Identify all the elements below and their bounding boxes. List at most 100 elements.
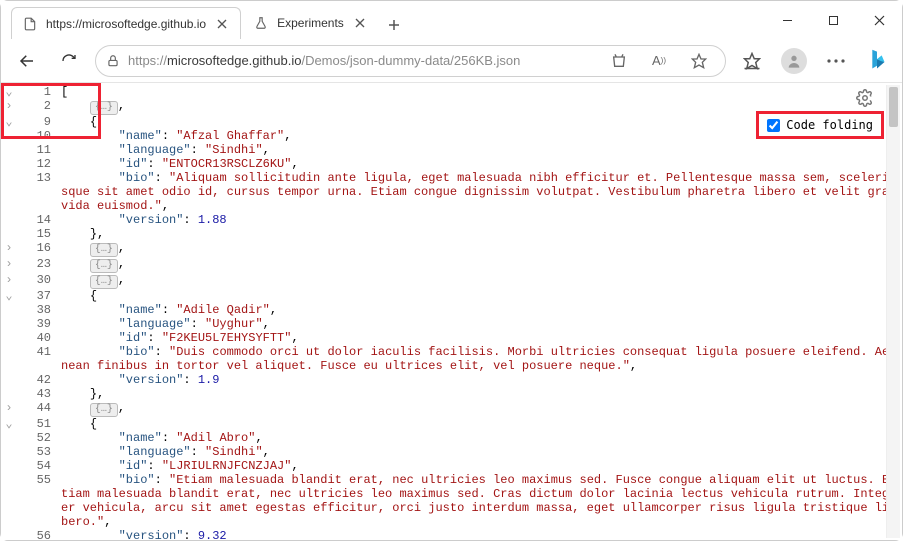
code-text: }, — [61, 387, 902, 401]
line-number: 43 — [17, 387, 61, 401]
json-viewer[interactable]: ⌄1[›2 {…},⌄9 {10 "name": "Afzal Ghaffar"… — [1, 83, 902, 540]
line-number: 40 — [17, 331, 61, 345]
fold-toggle[interactable]: ⌄ — [1, 115, 17, 129]
code-text: "version": 1.88 — [61, 213, 902, 227]
folded-placeholder[interactable]: {…} — [90, 403, 118, 417]
code-text: "version": 1.9 — [61, 373, 902, 387]
code-line[interactable]: ›16 {…}, — [1, 241, 902, 257]
tab-json[interactable]: https://microsoftedge.github.io — [11, 7, 241, 39]
toolbar: https://microsoftedge.github.io/Demos/js… — [1, 39, 902, 83]
code-text: {…}, — [61, 273, 902, 289]
fold-toggle — [1, 473, 17, 529]
close-icon[interactable] — [214, 16, 230, 32]
code-line[interactable]: 43 }, — [1, 387, 902, 401]
fold-toggle — [1, 303, 17, 317]
code-line[interactable]: ›23 {…}, — [1, 257, 902, 273]
fold-toggle[interactable]: ⌄ — [1, 85, 17, 99]
folded-placeholder[interactable]: {…} — [90, 275, 118, 289]
code-folding-checkbox[interactable] — [767, 119, 780, 132]
code-line[interactable]: 56 "version": 9.32 — [1, 529, 902, 540]
fold-toggle — [1, 129, 17, 143]
code-text: [ — [61, 85, 902, 99]
code-line[interactable]: 13 "bio": "Aliquam sollicitudin ante lig… — [1, 171, 902, 213]
shopping-icon[interactable] — [603, 45, 635, 77]
line-number: 52 — [17, 431, 61, 445]
titlebar: https://microsoftedge.github.io Experime… — [1, 1, 902, 39]
code-text: "version": 9.32 — [61, 529, 902, 540]
close-icon[interactable] — [352, 15, 368, 31]
code-line[interactable]: 55 "bio": "Etiam malesuada blandit erat,… — [1, 473, 902, 529]
fold-toggle — [1, 529, 17, 540]
minimize-button[interactable] — [764, 1, 810, 39]
scrollbar[interactable] — [886, 85, 900, 538]
code-line[interactable]: 54 "id": "LJRIULRNJFCNZJAJ", — [1, 459, 902, 473]
bing-button[interactable] — [862, 46, 892, 76]
fold-toggle — [1, 227, 17, 241]
fold-toggle[interactable]: ⌄ — [1, 289, 17, 303]
code-line[interactable]: ›44 {…}, — [1, 401, 902, 417]
more-icon[interactable] — [820, 45, 852, 77]
code-line[interactable]: ›30 {…}, — [1, 273, 902, 289]
favorites-bar-icon[interactable] — [736, 45, 768, 77]
back-button[interactable] — [11, 45, 43, 77]
scroll-thumb[interactable] — [889, 87, 898, 127]
code-line[interactable]: ⌄37 { — [1, 289, 902, 303]
window-controls — [764, 1, 902, 39]
code-line[interactable]: 14 "version": 1.88 — [1, 213, 902, 227]
code-line[interactable]: 42 "version": 1.9 — [1, 373, 902, 387]
code-line[interactable]: 52 "name": "Adil Abro", — [1, 431, 902, 445]
site-info-icon[interactable] — [106, 54, 120, 68]
code-line[interactable]: 12 "id": "ENTOCR13RSCLZ6KU", — [1, 157, 902, 171]
code-line[interactable]: 15 }, — [1, 227, 902, 241]
fold-toggle — [1, 317, 17, 331]
code-line[interactable]: ⌄1[ — [1, 85, 902, 99]
fold-toggle[interactable]: › — [1, 241, 17, 257]
favorites-icon[interactable] — [683, 45, 715, 77]
line-number: 37 — [17, 289, 61, 303]
code-line[interactable]: ⌄51 { — [1, 417, 902, 431]
reload-button[interactable] — [53, 45, 85, 77]
line-number: 9 — [17, 115, 61, 129]
fold-toggle — [1, 171, 17, 213]
fold-toggle[interactable]: › — [1, 273, 17, 289]
fold-toggle — [1, 157, 17, 171]
code-line[interactable]: 39 "language": "Uyghur", — [1, 317, 902, 331]
code-line[interactable]: 11 "language": "Sindhi", — [1, 143, 902, 157]
new-tab-button[interactable] — [380, 11, 408, 39]
fold-toggle — [1, 143, 17, 157]
code-line[interactable]: 53 "language": "Sindhi", — [1, 445, 902, 459]
profile-icon[interactable] — [778, 45, 810, 77]
folded-placeholder[interactable]: {…} — [90, 243, 118, 257]
code-line[interactable]: 40 "id": "F2KEU5L7EHYSYFTT", — [1, 331, 902, 345]
line-number: 38 — [17, 303, 61, 317]
close-window-button[interactable] — [856, 1, 902, 39]
line-number: 15 — [17, 227, 61, 241]
tab-strip: https://microsoftedge.github.io Experime… — [11, 1, 408, 39]
gear-icon[interactable] — [856, 89, 874, 107]
tab-label: Experiments — [277, 16, 344, 30]
maximize-button[interactable] — [810, 1, 856, 39]
code-line[interactable]: 38 "name": "Adile Qadir", — [1, 303, 902, 317]
code-line[interactable]: 41 "bio": "Duis commodo orci ut dolor ia… — [1, 345, 902, 373]
fold-toggle — [1, 445, 17, 459]
code-text: "language": "Sindhi", — [61, 445, 902, 459]
code-text: "language": "Sindhi", — [61, 143, 902, 157]
folded-placeholder[interactable]: {…} — [90, 101, 118, 115]
tab-experiments[interactable]: Experiments — [243, 7, 378, 39]
fold-toggle[interactable]: › — [1, 257, 17, 273]
line-number: 55 — [17, 473, 61, 529]
read-aloud-icon[interactable]: A)) — [643, 45, 675, 77]
fold-toggle[interactable]: › — [1, 401, 17, 417]
url-text: https://microsoftedge.github.io/Demos/js… — [128, 53, 520, 68]
address-bar[interactable]: https://microsoftedge.github.io/Demos/js… — [95, 45, 726, 77]
fold-toggle[interactable]: ⌄ — [1, 417, 17, 431]
code-text: {…}, — [61, 241, 902, 257]
line-number: 30 — [17, 273, 61, 289]
line-number: 14 — [17, 213, 61, 227]
line-number: 10 — [17, 129, 61, 143]
fold-toggle[interactable]: › — [1, 99, 17, 115]
fold-toggle — [1, 373, 17, 387]
folded-placeholder[interactable]: {…} — [90, 259, 118, 273]
code-folding-label: Code folding — [786, 118, 873, 132]
code-folding-toggle[interactable]: Code folding — [756, 111, 884, 139]
